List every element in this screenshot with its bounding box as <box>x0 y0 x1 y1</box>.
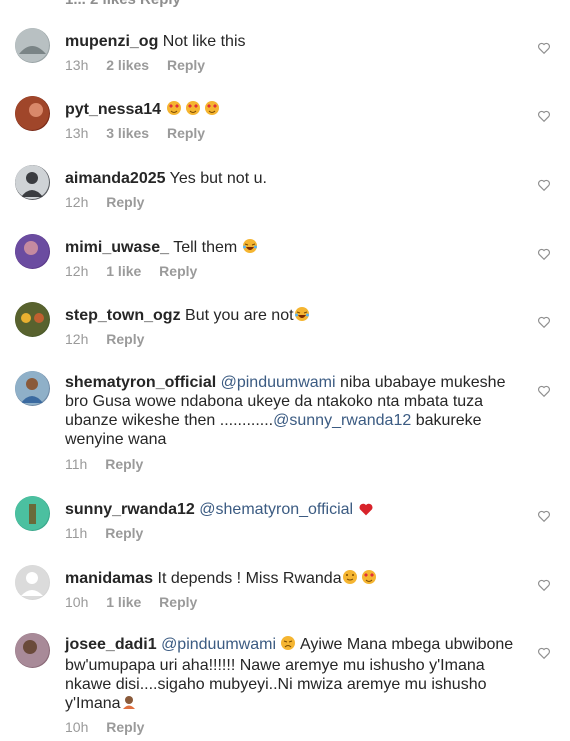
avatar[interactable] <box>15 496 50 531</box>
like-heart-icon[interactable] <box>537 178 551 192</box>
reply-button[interactable]: Reply <box>159 263 197 279</box>
comment-time: 11h <box>65 525 88 541</box>
comment-text: Tell them <box>173 239 238 256</box>
previous-comment-meta: 1... 2 likes Reply <box>65 0 181 8</box>
avatar-image-icon <box>15 234 49 268</box>
avatar-image-icon <box>15 496 49 530</box>
comment-likes[interactable]: 3 likes <box>106 125 149 141</box>
comment-meta: 13h 3 likes Reply <box>65 125 219 141</box>
comment-username[interactable]: sunny_rwanda12 <box>65 501 195 518</box>
mention-link[interactable]: @pinduumwami <box>161 636 276 653</box>
comment-username[interactable]: step_town_ogz <box>65 307 181 324</box>
laughing-emoji-icon <box>294 306 310 327</box>
avatar-image-icon <box>15 371 49 405</box>
comment-meta: 13h 2 likes Reply <box>65 57 219 73</box>
avatar-image-icon <box>15 165 49 199</box>
comment-username[interactable]: manidamas <box>65 570 153 587</box>
like-heart-icon[interactable] <box>537 578 551 592</box>
default-avatar-icon <box>15 565 49 599</box>
avatar-image-icon <box>15 302 49 336</box>
comment-likes[interactable]: 2 likes <box>106 57 149 73</box>
comment-time: 10h <box>65 594 89 610</box>
heart-eyes-emoji-icon <box>166 100 222 121</box>
comment-time: 12h <box>65 331 89 347</box>
avatar-image-icon <box>15 96 49 130</box>
like-heart-icon[interactable] <box>537 384 551 398</box>
comment-time: 11h <box>65 456 88 472</box>
reply-button[interactable]: Reply <box>105 525 143 541</box>
comment-meta: 10h 1 like Reply <box>65 594 211 610</box>
laughing-emoji-icon <box>242 238 258 259</box>
comment-time: 12h <box>65 194 89 210</box>
comment-time: 13h <box>65 125 89 141</box>
like-heart-icon[interactable] <box>537 109 551 123</box>
avatar[interactable] <box>15 633 50 668</box>
comment-meta: 12h 1 like Reply <box>65 263 211 279</box>
comment-text: But you are not <box>185 307 294 324</box>
avatar[interactable] <box>15 28 50 63</box>
emoji-icon <box>342 569 378 590</box>
avatar[interactable] <box>15 565 50 600</box>
reply-button[interactable]: Reply <box>167 125 205 141</box>
mention-link[interactable]: @sunny_rwanda12 <box>273 412 411 429</box>
reply-button[interactable]: Reply <box>106 194 144 210</box>
reply-button[interactable]: Reply <box>105 456 143 472</box>
comment-username[interactable]: josee_dadi1 <box>65 636 157 653</box>
like-heart-icon[interactable] <box>537 646 551 660</box>
comment-time: 13h <box>65 57 89 73</box>
avatar[interactable] <box>15 96 50 131</box>
disappointed-emoji-icon <box>280 635 296 656</box>
mention-link[interactable]: @shematyron_official <box>199 501 353 518</box>
person-gesturing-emoji-icon <box>121 694 137 715</box>
comment-meta: 12h Reply <box>65 331 158 347</box>
avatar-image-icon <box>15 633 49 667</box>
comment-text: It depends ! Miss Rwanda <box>157 570 342 587</box>
reply-button[interactable]: Reply <box>106 719 144 735</box>
comment-likes[interactable]: 1 like <box>106 263 141 279</box>
reply-button[interactable]: Reply <box>167 57 205 73</box>
like-heart-icon[interactable] <box>537 509 551 523</box>
comment-likes[interactable]: 1 like <box>106 594 141 610</box>
comment-meta: 12h Reply <box>65 194 158 210</box>
comment-username[interactable]: mimi_uwase_ <box>65 239 169 256</box>
avatar-image-icon <box>15 28 49 62</box>
avatar[interactable] <box>15 234 50 269</box>
comment-meta: 11h Reply <box>65 525 157 541</box>
comment-username[interactable]: shematyron_official <box>65 374 216 391</box>
reply-button[interactable]: Reply <box>159 594 197 610</box>
like-heart-icon[interactable] <box>537 41 551 55</box>
comment-meta: 11h Reply <box>65 456 157 472</box>
avatar[interactable] <box>15 371 50 406</box>
comment-text: Not like this <box>162 33 246 50</box>
comment-username[interactable]: aimanda2025 <box>65 170 166 187</box>
comment-username[interactable]: pyt_nessa14 <box>65 101 161 118</box>
like-heart-icon[interactable] <box>537 247 551 261</box>
red-heart-emoji-icon <box>358 502 374 521</box>
mention-link[interactable]: @pinduumwami <box>221 374 336 391</box>
comment-time: 10h <box>65 719 89 735</box>
comment-text: Yes but not u. <box>169 170 267 187</box>
reply-button[interactable]: Reply <box>106 331 144 347</box>
comment-username[interactable]: mupenzi_og <box>65 33 158 50</box>
avatar[interactable] <box>15 165 50 200</box>
comment-time: 12h <box>65 263 89 279</box>
comment-meta: 10h Reply <box>65 719 158 735</box>
avatar[interactable] <box>15 302 50 337</box>
like-heart-icon[interactable] <box>537 315 551 329</box>
